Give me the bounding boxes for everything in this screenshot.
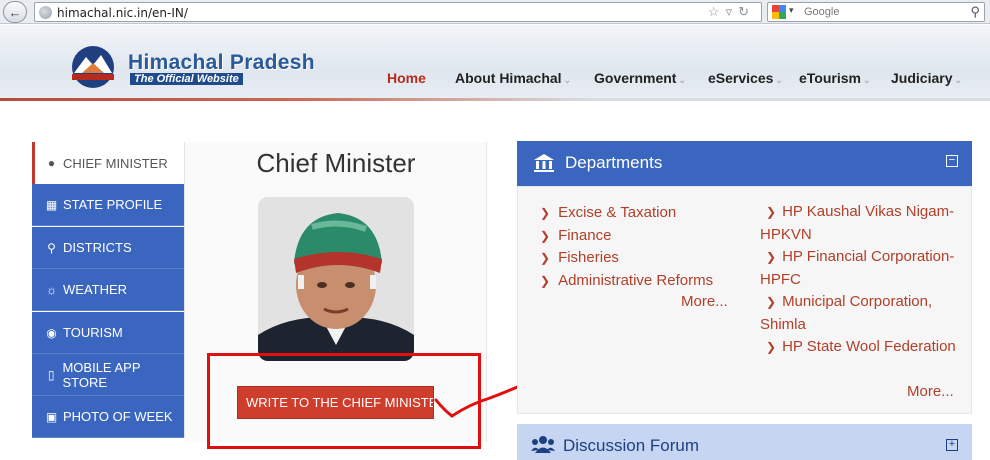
google-icon	[772, 5, 786, 19]
departments-right-column: ❯ HP Kaushal Vikas Nigam-HPKVN ❯ HP Financ…	[760, 201, 965, 359]
sidebar-item-tourism[interactable]: ◉ TOURISM	[32, 312, 184, 354]
sidebar-item-state-profile[interactable]: ▦ STATE PROFILE	[32, 184, 184, 226]
nav-etourism[interactable]: eTourism ⌄	[799, 70, 871, 88]
user-icon: ●	[47, 156, 56, 170]
chevron-right-icon: ❯	[766, 205, 777, 219]
globe-icon	[39, 6, 52, 19]
nav-eservices[interactable]: eServices ⌄	[708, 70, 783, 88]
camera-icon: ◉	[46, 325, 57, 340]
chevron-right-icon: ❯	[766, 250, 777, 264]
cm-title: Chief Minister	[256, 148, 416, 178]
nav-about-himachal[interactable]: About Himachal ⌄	[455, 70, 571, 88]
site-header: Himachal Pradesh The Official Website Ho…	[0, 25, 990, 101]
collapse-icon[interactable]: −	[946, 155, 958, 167]
cm-photo[interactable]	[258, 197, 414, 361]
departments-more-link[interactable]: More...	[681, 293, 728, 310]
browser-search-box[interactable]: ▾ Google ⚲	[767, 2, 985, 22]
departments-header[interactable]: Departments −	[517, 141, 972, 186]
expand-icon[interactable]: +	[946, 439, 958, 451]
sidebar-item-mobile-app-store[interactable]: ▯ MOBILE APP STORE	[32, 354, 184, 396]
picture-icon: ▣	[45, 409, 58, 424]
address-bar[interactable]: himachal.nic.in/en-IN/ ☆▿↻	[34, 2, 762, 22]
search-placeholder: Google	[804, 6, 840, 18]
url-text: himachal.nic.in/en-IN/	[57, 6, 188, 20]
arrow-left-icon: ←	[8, 4, 22, 20]
discussion-forum-title: Discussion Forum	[563, 436, 700, 455]
dept-link[interactable]: ❯ Fisheries	[540, 249, 619, 266]
nav-government[interactable]: Government ⌄	[594, 70, 686, 88]
dept-link[interactable]: ❯ Finance	[540, 227, 611, 244]
sidebar-item-districts[interactable]: ⚲ DISTRICTS	[32, 227, 184, 269]
discussion-forum-header[interactable]: Discussion Forum +	[517, 424, 972, 460]
users-icon	[531, 436, 555, 453]
nav-home[interactable]: Home	[387, 70, 426, 88]
header-divider	[0, 98, 990, 101]
sidebar-item-photo-of-week[interactable]: ▣ PHOTO OF WEEK	[32, 396, 184, 438]
chevron-right-icon: ❯	[766, 340, 777, 354]
chevron-right-icon: ❯	[540, 251, 551, 265]
chevron-down-icon: ⌄	[954, 75, 963, 85]
dept-link[interactable]: ❯ HP Financial Corporation-HPFC	[760, 246, 965, 291]
himachal-logo[interactable]	[64, 45, 122, 89]
star-icon[interactable]: ☆	[708, 4, 726, 19]
chevron-right-icon: ❯	[540, 229, 551, 243]
departments-title: Departments	[565, 153, 663, 172]
site-title: Himachal Pradesh	[128, 51, 315, 74]
chevron-down-icon: ⌄	[862, 75, 871, 85]
chevron-down-icon: ⌄	[678, 75, 687, 85]
departments-more-link[interactable]: More...	[907, 383, 954, 400]
site-subtitle: The Official Website	[130, 73, 243, 85]
dropdown-icon[interactable]: ▿	[726, 4, 739, 19]
dept-link[interactable]: ❯ Municipal Corporation, Shimla	[760, 291, 965, 336]
nav-judiciary[interactable]: Judiciary ⌄	[891, 70, 962, 88]
sidebar-item-chief-minister[interactable]: ● CHIEF MINISTER	[32, 142, 184, 184]
annotation-highlight-box	[207, 353, 481, 449]
chevron-down-icon: ⌄	[775, 75, 783, 85]
engine-dropdown-icon[interactable]: ▾	[789, 5, 794, 16]
sun-icon: ☼	[46, 282, 57, 297]
area-chart-icon: ▦	[45, 197, 58, 212]
chevron-right-icon: ❯	[540, 206, 551, 220]
dept-link[interactable]: ❯ HP State Wool Federation	[760, 336, 965, 359]
sidebar-item-weather[interactable]: ☼ WEATHER	[32, 269, 184, 311]
building-icon	[534, 154, 554, 172]
chevron-down-icon: ⌄	[563, 75, 572, 85]
back-button[interactable]: ←	[3, 1, 27, 23]
reload-icon[interactable]: ↻	[738, 4, 755, 19]
chevron-right-icon: ❯	[766, 295, 777, 309]
browser-toolbar: ← himachal.nic.in/en-IN/ ☆▿↻ ▾ Google ⚲	[0, 0, 990, 24]
search-icon[interactable]: ⚲	[970, 4, 980, 20]
mobile-icon: ▯	[47, 367, 55, 382]
dept-link[interactable]: ❯ HP Kaushal Vikas Nigam-HPKVN	[760, 201, 965, 246]
chevron-right-icon: ❯	[540, 274, 551, 288]
dept-link[interactable]: ❯ Excise & Taxation	[540, 204, 676, 221]
map-marker-icon: ⚲	[47, 240, 56, 255]
dept-link[interactable]: ❯ Administrative Reforms	[540, 272, 713, 289]
